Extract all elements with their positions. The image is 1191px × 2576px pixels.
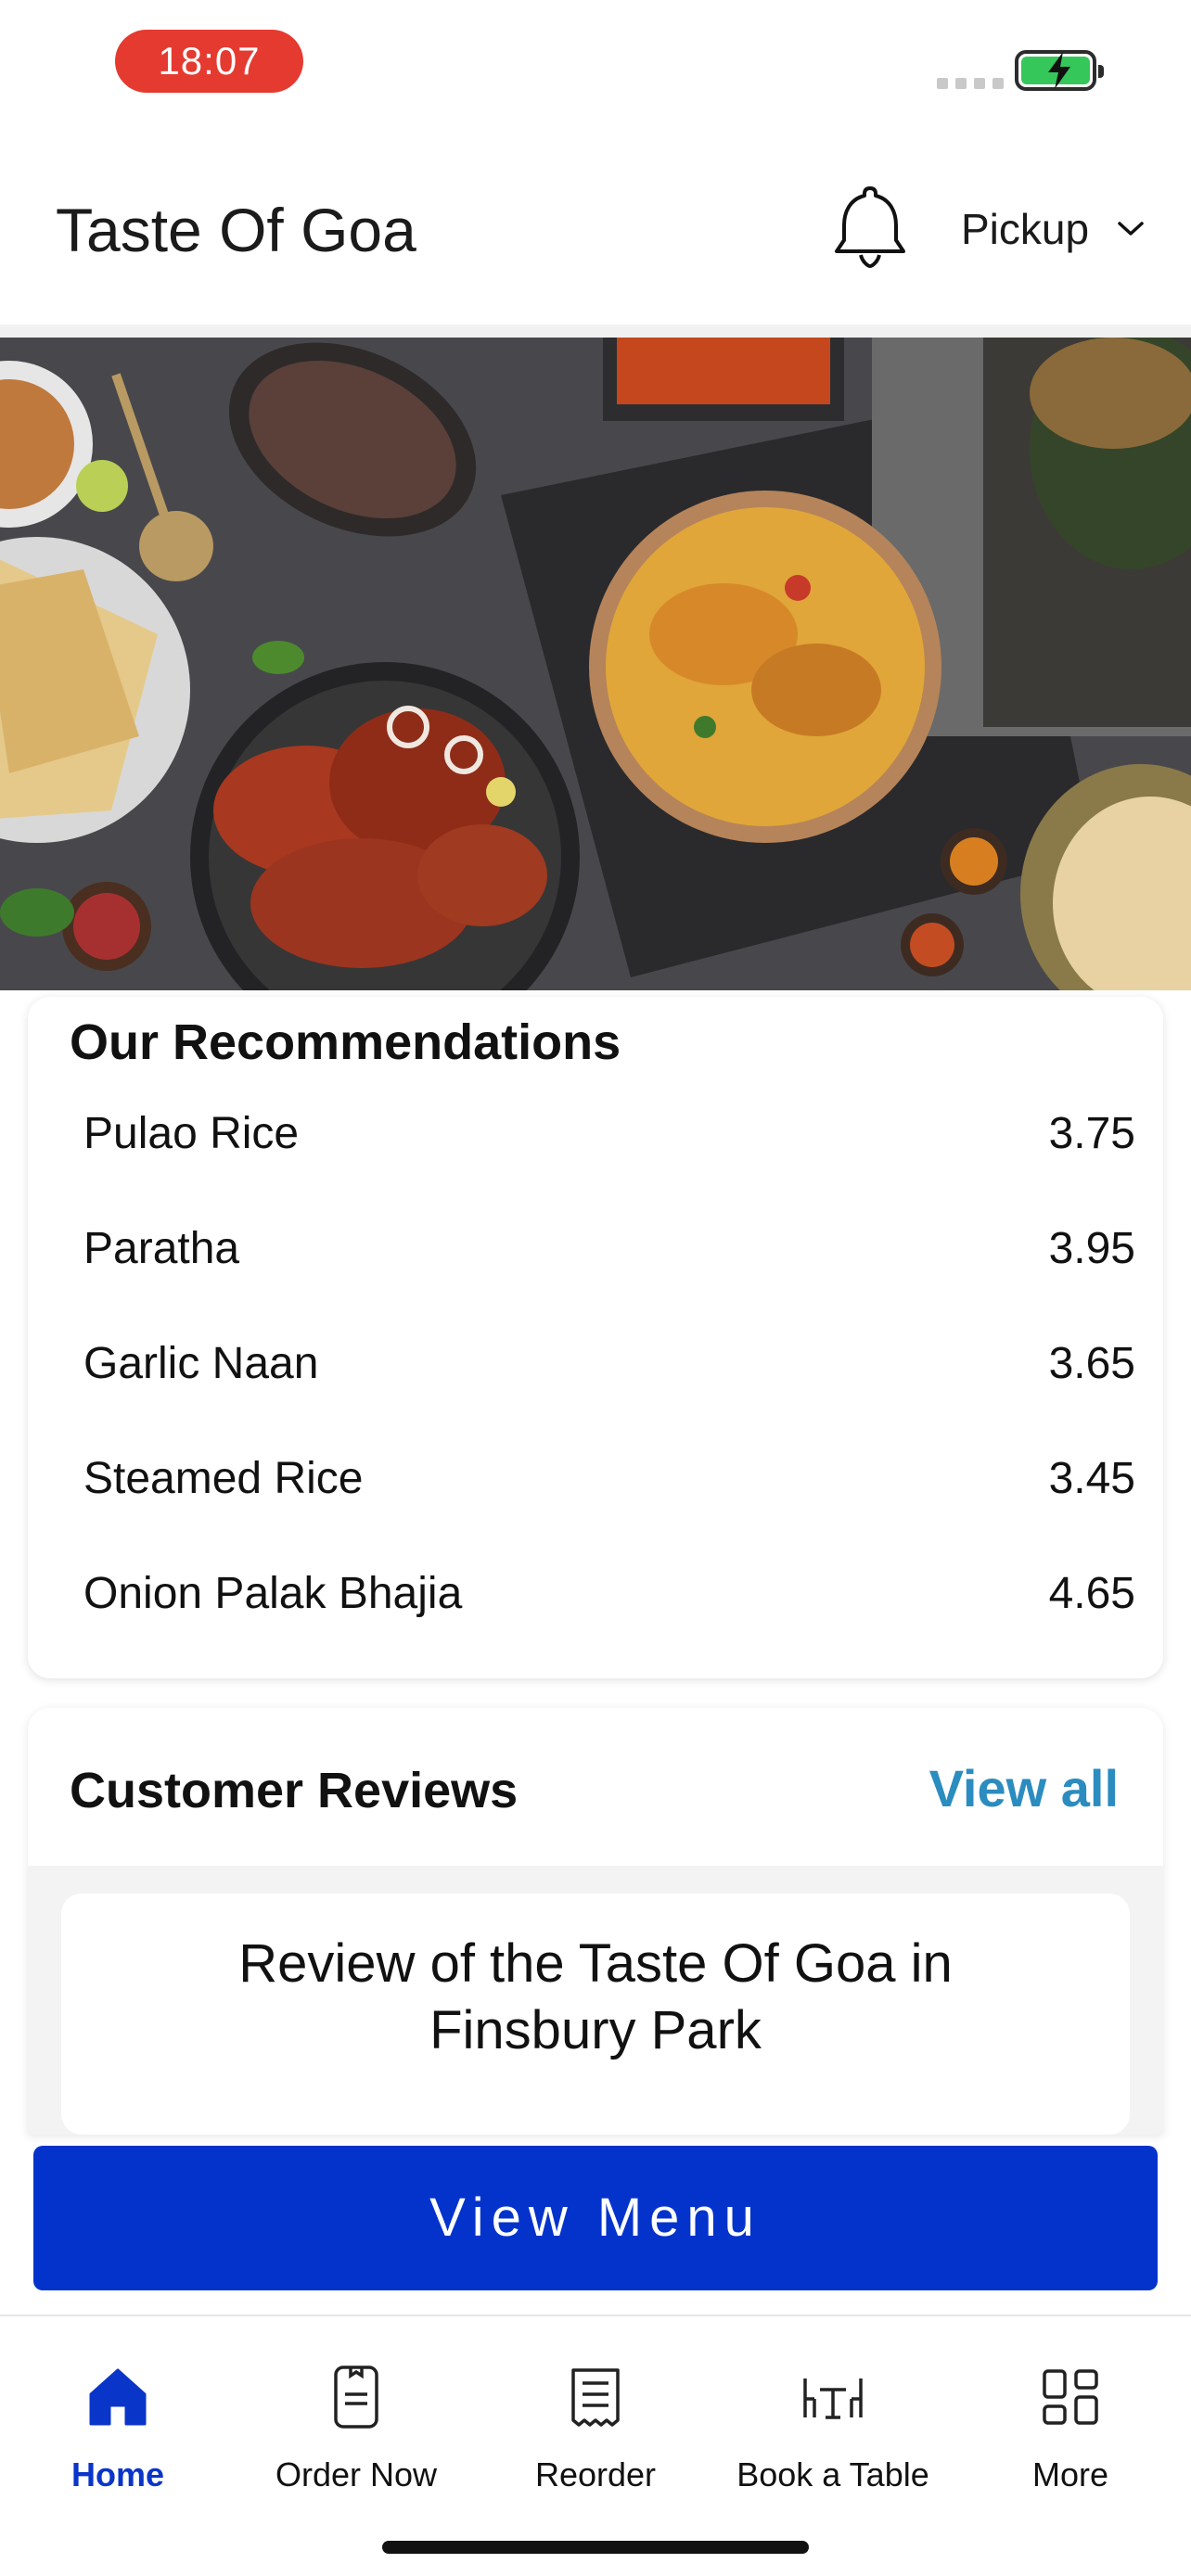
- home-indicator: [382, 2541, 809, 2554]
- item-price: 3.65: [1048, 1339, 1135, 1388]
- customer-reviews-card: Customer Reviews View all Review of the …: [28, 1708, 1163, 2135]
- recommendation-item[interactable]: Steamed Rice 3.45: [83, 1453, 1135, 1568]
- tab-order-now[interactable]: Order Now: [245, 2361, 467, 2494]
- home-icon: [6, 2361, 229, 2433]
- item-name: Pulao Rice: [83, 1109, 300, 1158]
- header-divider: [0, 325, 1191, 338]
- recommendation-item[interactable]: Paratha 3.95: [83, 1223, 1135, 1338]
- grid-icon: [959, 2361, 1182, 2433]
- tab-label: Book a Table: [736, 2455, 929, 2493]
- tab-label: Home: [70, 2455, 165, 2493]
- recommendation-item[interactable]: Pulao Rice 3.75: [83, 1108, 1135, 1223]
- tab-label: Order Now: [275, 2455, 438, 2493]
- item-name: Paratha: [83, 1224, 240, 1273]
- status-bar: 18:07: [0, 0, 1191, 130]
- view-menu-button[interactable]: View Menu: [33, 2146, 1158, 2290]
- tab-book-a-table[interactable]: Book a Table: [722, 2361, 944, 2494]
- tab-label: Reorder: [534, 2455, 657, 2493]
- view-all-reviews-link[interactable]: View all: [929, 1758, 1119, 1818]
- bottom-tab-bar: Home Order Now Reorder Book a Table More: [0, 2315, 1191, 2576]
- order-mode-dropdown[interactable]: Pickup: [961, 204, 1145, 254]
- status-time: 18:07: [115, 30, 303, 93]
- tab-home[interactable]: Home: [6, 2361, 229, 2494]
- signal-icon: [937, 78, 1004, 89]
- recommendations-list: Pulao Rice 3.75 Paratha 3.95 Garlic Naan…: [83, 1108, 1135, 1683]
- restaurant-title: Taste Of Goa: [56, 196, 416, 264]
- table-icon: [722, 2361, 944, 2433]
- item-name: Onion Palak Bhajia: [83, 1569, 463, 1618]
- item-name: Steamed Rice: [83, 1454, 364, 1503]
- order-mode-label: Pickup: [961, 205, 1090, 253]
- tab-reorder[interactable]: Reorder: [484, 2361, 707, 2494]
- order-phone-icon: [245, 2361, 467, 2433]
- reviews-header: Customer Reviews View all: [28, 1708, 1163, 1866]
- reviews-carousel: Review of the Taste Of Goa in Finsbury P…: [28, 1866, 1163, 2135]
- item-price: 3.75: [1048, 1109, 1135, 1158]
- item-price: 3.95: [1048, 1224, 1135, 1273]
- bell-icon[interactable]: [830, 181, 910, 278]
- item-price: 4.65: [1048, 1569, 1135, 1618]
- review-title: Review of the Taste Of Goa in Finsbury P…: [238, 1933, 953, 2060]
- recommendation-item[interactable]: Onion Palak Bhajia 4.65: [83, 1568, 1135, 1683]
- item-price: 3.45: [1048, 1454, 1135, 1503]
- tab-more[interactable]: More: [959, 2361, 1182, 2494]
- receipt-icon: [484, 2361, 707, 2433]
- recommendations-card: Our Recommendations Pulao Rice 3.75 Para…: [28, 997, 1163, 1678]
- review-card[interactable]: Review of the Taste Of Goa in Finsbury P…: [61, 1894, 1130, 2135]
- app-header: Taste Of Goa Pickup: [0, 130, 1191, 325]
- recommendations-title: Our Recommendations: [70, 1014, 621, 1070]
- chevron-down-icon: [1118, 222, 1144, 236]
- tab-label: More: [1031, 2455, 1109, 2493]
- recommendation-item[interactable]: Garlic Naan 3.65: [83, 1338, 1135, 1453]
- reviews-title: Customer Reviews: [70, 1763, 519, 1818]
- hero-food-image: [0, 338, 1191, 990]
- battery-charging-icon: [1015, 50, 1104, 91]
- item-name: Garlic Naan: [83, 1339, 319, 1388]
